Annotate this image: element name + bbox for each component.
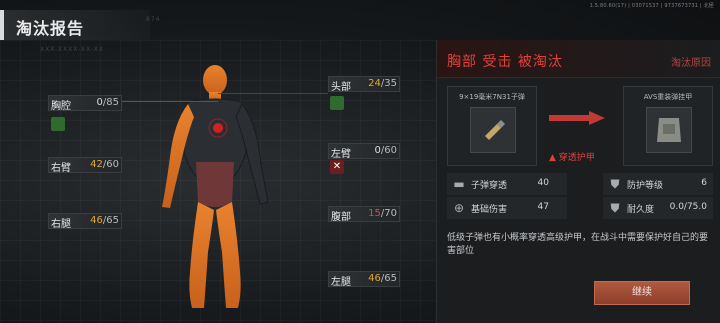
stat-row: ⛊ 防护等级 6 bbox=[603, 173, 713, 195]
faint-number: 874 bbox=[146, 16, 161, 23]
stat-label: 耐久度 bbox=[627, 205, 655, 215]
durability-icon: ⛊ bbox=[610, 201, 620, 215]
left-arm-hp-max: /60 bbox=[380, 145, 397, 156]
elimination-detail-panel: 胸部 受击 被淘汰 淘汰原因 9×19毫米7N31子弹 ▲ 穿透护甲 AVS重装… bbox=[436, 40, 720, 323]
elimination-reason-label: 淘汰原因 bbox=[671, 58, 711, 69]
stat-label: 基础伤害 bbox=[471, 205, 508, 215]
tip-description: 低级子弹也有小概率穿透高级护甲，在战斗中需要保护好自己的要害部位 bbox=[447, 233, 709, 256]
part-label: 右臂 bbox=[51, 163, 71, 174]
thorax-hp-max: /85 bbox=[102, 97, 119, 108]
stomach-hp-max: /70 bbox=[380, 208, 397, 219]
hit-marker bbox=[213, 123, 223, 133]
stat-value: 40 bbox=[537, 178, 549, 188]
thorax-status: 胸腔 0/85 bbox=[48, 95, 122, 112]
part-label: 右腿 bbox=[51, 219, 71, 230]
body-figure bbox=[162, 65, 269, 308]
stat-row: ⊕ 基础伤害 47 bbox=[447, 197, 567, 219]
panel-header: 胸部 受击 被淘汰 淘汰原因 bbox=[437, 40, 720, 78]
page-title: 淘汰报告 bbox=[16, 19, 85, 38]
stat-value: 0.0/75.0 bbox=[669, 202, 707, 212]
head-hp-max: /35 bbox=[380, 78, 397, 89]
stat-row: ▬ 子弹穿透 40 bbox=[447, 173, 567, 195]
right-arm-hp-current: 42 bbox=[90, 159, 103, 170]
thorax-leader-line bbox=[122, 101, 218, 102]
right-leg-shape bbox=[189, 202, 214, 308]
stat-value: 6 bbox=[701, 178, 707, 188]
right-arm-status: 右臂 42/60 bbox=[48, 157, 122, 174]
penetration-arrow-icon bbox=[549, 111, 605, 125]
right-leg-status: 右腿 46/65 bbox=[48, 213, 122, 230]
heal-icon bbox=[330, 96, 344, 110]
armor-card[interactable]: AVS重装弹挂甲 bbox=[623, 86, 713, 166]
left-arm-status: 左臂 0/60 bbox=[328, 143, 400, 160]
stat-label: 防护等级 bbox=[627, 181, 664, 191]
title-accent bbox=[0, 10, 4, 40]
left-leg-hp-max: /65 bbox=[380, 273, 397, 284]
ammo-card[interactable]: 9×19毫米7N31子弹 bbox=[447, 86, 537, 166]
stat-value: 47 bbox=[537, 202, 549, 212]
head-leader-line bbox=[218, 93, 328, 94]
left-leg-status: 左腿 46/65 bbox=[328, 271, 400, 288]
armor-class-icon: ⛊ bbox=[610, 177, 620, 191]
penetration-tag: ▲ 穿透护甲 bbox=[549, 153, 595, 163]
right-arm-hp-max: /60 bbox=[102, 159, 119, 170]
left-leg-hp-current: 46 bbox=[368, 273, 381, 284]
ammo-name: 9×19毫米7N31子弹 bbox=[459, 93, 525, 101]
elimination-report-screen: 1.5.80.60(17) | 03071537 | 9737673731 | … bbox=[0, 0, 720, 323]
continue-button[interactable]: 继续 bbox=[594, 281, 690, 305]
head-status: 头部 24/35 bbox=[328, 76, 400, 93]
left-leg-shape bbox=[216, 202, 241, 308]
stomach-hp-current: 15 bbox=[368, 208, 381, 219]
bullet-icon: ▬ bbox=[453, 177, 465, 191]
stomach-shape bbox=[196, 162, 234, 207]
version-info: 1.5.80.60(17) | 03071537 | 9737673731 | … bbox=[589, 3, 714, 9]
armor-item-icon bbox=[646, 107, 692, 153]
heal-icon bbox=[51, 117, 65, 131]
ammo-item-icon bbox=[470, 107, 516, 153]
stomach-status: 腹部 15/70 bbox=[328, 206, 400, 223]
part-label: 左臂 bbox=[331, 149, 351, 160]
head-shape bbox=[203, 65, 227, 95]
part-label: 左腿 bbox=[331, 277, 351, 288]
head-hp-current: 24 bbox=[368, 78, 381, 89]
part-label: 胸腔 bbox=[51, 101, 71, 112]
crosshair-icon: ⊕ bbox=[453, 201, 465, 215]
part-label: 腹部 bbox=[331, 212, 351, 223]
stat-row: ⛊ 耐久度 0.0/75.0 bbox=[603, 197, 713, 219]
faint-label: XXX-XXXX-XX-XX bbox=[40, 46, 104, 53]
fracture-icon: ✕ bbox=[330, 160, 344, 174]
armor-name: AVS重装弹挂甲 bbox=[643, 93, 693, 101]
stat-label: 子弹穿透 bbox=[471, 181, 508, 191]
right-leg-hp-max: /65 bbox=[102, 215, 119, 226]
right-leg-hp-current: 46 bbox=[90, 215, 103, 226]
penetration-tag-text: 穿透护甲 bbox=[558, 153, 595, 163]
part-label: 头部 bbox=[331, 82, 351, 93]
elimination-cause-title: 胸部 受击 被淘汰 bbox=[447, 54, 563, 70]
